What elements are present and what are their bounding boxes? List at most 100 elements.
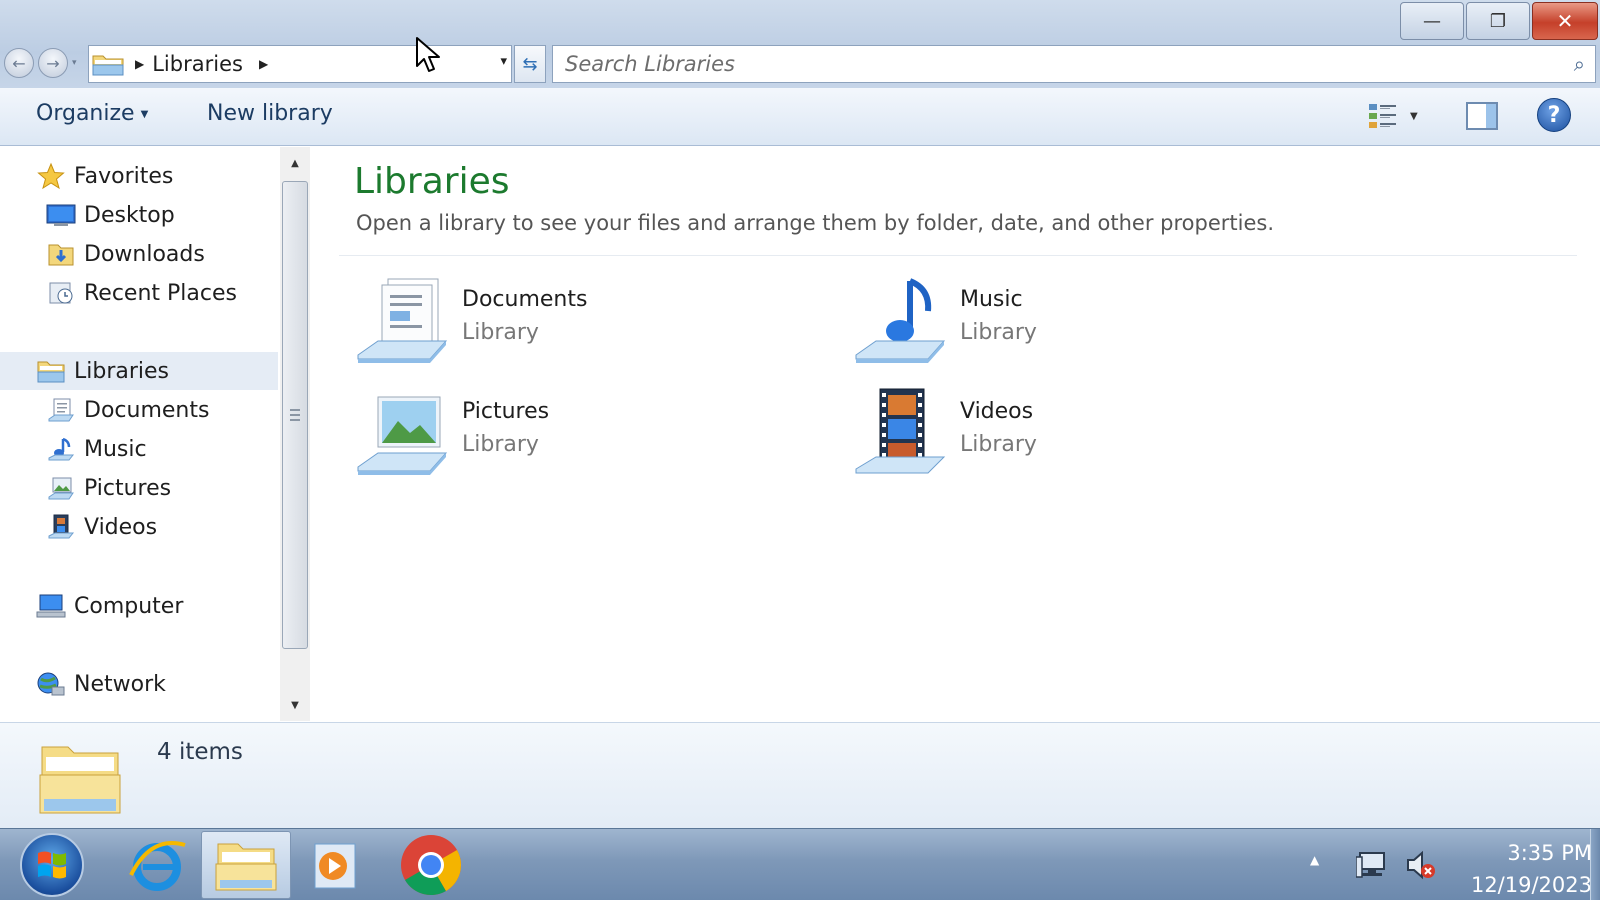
command-bar: Organize ▼ New library ▼ ? (0, 88, 1600, 146)
search-box[interactable]: ⌕ (552, 45, 1596, 83)
nav-item-label: Computer (74, 593, 184, 619)
nav-item-libraries[interactable]: Libraries (0, 352, 278, 390)
libraries-folder-icon (92, 55, 124, 76)
forward-button[interactable]: → (38, 48, 68, 78)
library-type: Library (462, 320, 539, 345)
scroll-down-button[interactable]: ▼ (280, 689, 310, 721)
breadcrumb-children-arrow-icon[interactable]: ▶ (259, 57, 268, 71)
organize-label: Organize (36, 101, 135, 126)
nav-scrollbar[interactable]: ▲ ▼ (280, 147, 310, 721)
address-history-dropdown-icon[interactable]: ▾ (500, 54, 507, 69)
internet-explorer-icon (129, 841, 186, 891)
nav-item-label: Documents (84, 397, 210, 423)
nav-item-downloads[interactable]: Downloads (0, 235, 278, 273)
scroll-up-button[interactable]: ▲ (280, 147, 310, 179)
system-clock[interactable]: 3:35 PM 12/19/2023 (1452, 837, 1592, 900)
breadcrumb-root-arrow-icon[interactable]: ▶ (135, 57, 144, 71)
videos-library-icon (855, 388, 946, 474)
nav-item-label: Network (74, 671, 166, 697)
nav-item-pictures[interactable]: Pictures (0, 469, 278, 507)
library-type: Library (462, 432, 539, 457)
breadcrumb-libraries[interactable]: Libraries (152, 52, 243, 76)
taskbar-windows-explorer[interactable] (201, 831, 291, 899)
nav-item-network[interactable]: Network (0, 665, 278, 703)
nav-item-label: Recent Places (84, 280, 237, 306)
page-title: Libraries (354, 161, 510, 202)
change-view-button[interactable]: ▼ (1368, 100, 1428, 132)
view-dropdown-icon[interactable]: ▼ (1410, 111, 1418, 122)
refresh-button[interactable]: ⇆ (514, 45, 546, 83)
computer-icon (36, 592, 66, 620)
navigation-pane: Favorites Desktop Downloads Recent Place… (0, 147, 310, 721)
content-pane: Libraries Open a library to see your fil… (311, 147, 1600, 721)
view-options-icon (1369, 104, 1396, 128)
navigation-buttons: ← → ▾ (4, 48, 77, 78)
nav-item-label: Downloads (84, 241, 205, 267)
library-item-music[interactable]: Music Library (852, 275, 1037, 371)
new-library-button[interactable]: New library (207, 101, 333, 126)
nav-item-computer[interactable]: Computer (0, 587, 278, 625)
taskbar: ▲ 3:35 PM 12/19/2023 (0, 828, 1600, 900)
close-button[interactable]: ✕ (1532, 2, 1598, 40)
show-desktop-button[interactable] (1590, 829, 1600, 900)
library-type: Library (960, 432, 1037, 457)
pictures-icon (46, 474, 76, 502)
organize-button[interactable]: Organize ▼ (36, 101, 148, 126)
taskbar-media-player[interactable] (290, 831, 380, 899)
recent-pages-dropdown[interactable]: ▾ (72, 58, 77, 68)
library-item-pictures[interactable]: Pictures Library (354, 387, 549, 483)
nav-item-label: Pictures (84, 475, 172, 501)
network-icon (36, 670, 66, 698)
nav-item-label: Favorites (74, 163, 174, 189)
preview-pane-button[interactable] (1466, 102, 1498, 130)
scroll-up-arrow-icon: ▲ (291, 157, 299, 169)
libraries-folder-icon (39, 746, 121, 814)
nav-item-recent-places[interactable]: Recent Places (0, 274, 278, 312)
media-player-icon (314, 843, 356, 889)
volume-muted-icon[interactable] (1404, 849, 1438, 881)
back-button[interactable]: ← (4, 48, 34, 78)
nav-item-label: Music (84, 436, 147, 462)
scrollbar-thumb[interactable] (282, 181, 308, 649)
windows-explorer-icon (215, 843, 277, 891)
music-library-icon (855, 278, 946, 363)
restore-button[interactable]: ❐ (1466, 2, 1530, 40)
library-item-videos[interactable]: Videos Library (852, 387, 1037, 483)
item-count: 4 items (157, 739, 243, 765)
refresh-icon: ⇆ (522, 53, 538, 75)
search-icon[interactable]: ⌕ (1574, 52, 1585, 76)
pictures-library-icon (357, 396, 448, 475)
library-name: Videos (960, 399, 1034, 424)
grip-icon (290, 409, 300, 421)
nav-item-label: Desktop (84, 202, 175, 228)
nav-item-documents[interactable]: Documents (0, 391, 278, 429)
search-input[interactable] (565, 52, 1525, 76)
nav-item-label: Videos (84, 514, 158, 540)
start-button[interactable] (20, 833, 84, 897)
taskbar-internet-explorer[interactable] (112, 831, 202, 899)
address-bar[interactable]: ▶ Libraries ▶ ▾ (88, 45, 512, 83)
forward-arrow-icon: → (46, 53, 60, 73)
show-hidden-icons-icon[interactable]: ▲ (1310, 853, 1319, 867)
desktop-icon (46, 201, 76, 229)
network-status-icon[interactable] (1356, 849, 1390, 881)
clock-time: 3:35 PM (1507, 841, 1592, 865)
nav-item-music[interactable]: Music (0, 430, 278, 468)
nav-item-desktop[interactable]: Desktop (0, 196, 278, 234)
library-item-documents[interactable]: Documents Library (354, 275, 587, 371)
scroll-down-arrow-icon: ▼ (291, 699, 299, 711)
windows-logo-icon (38, 851, 66, 879)
videos-icon (46, 513, 76, 541)
clock-date: 12/19/2023 (1470, 873, 1592, 897)
taskbar-chrome[interactable] (386, 831, 476, 899)
nav-item-favorites[interactable]: Favorites (0, 157, 278, 195)
nav-item-videos[interactable]: Videos (0, 508, 278, 546)
libraries-icon (36, 357, 66, 385)
divider (339, 255, 1577, 256)
chrome-icon (401, 835, 462, 896)
music-icon (46, 435, 76, 463)
minimize-button[interactable]: — (1400, 2, 1464, 40)
help-button[interactable]: ? (1537, 98, 1571, 132)
library-type: Library (960, 320, 1037, 345)
window-controls: — ❐ ✕ (1400, 2, 1598, 40)
